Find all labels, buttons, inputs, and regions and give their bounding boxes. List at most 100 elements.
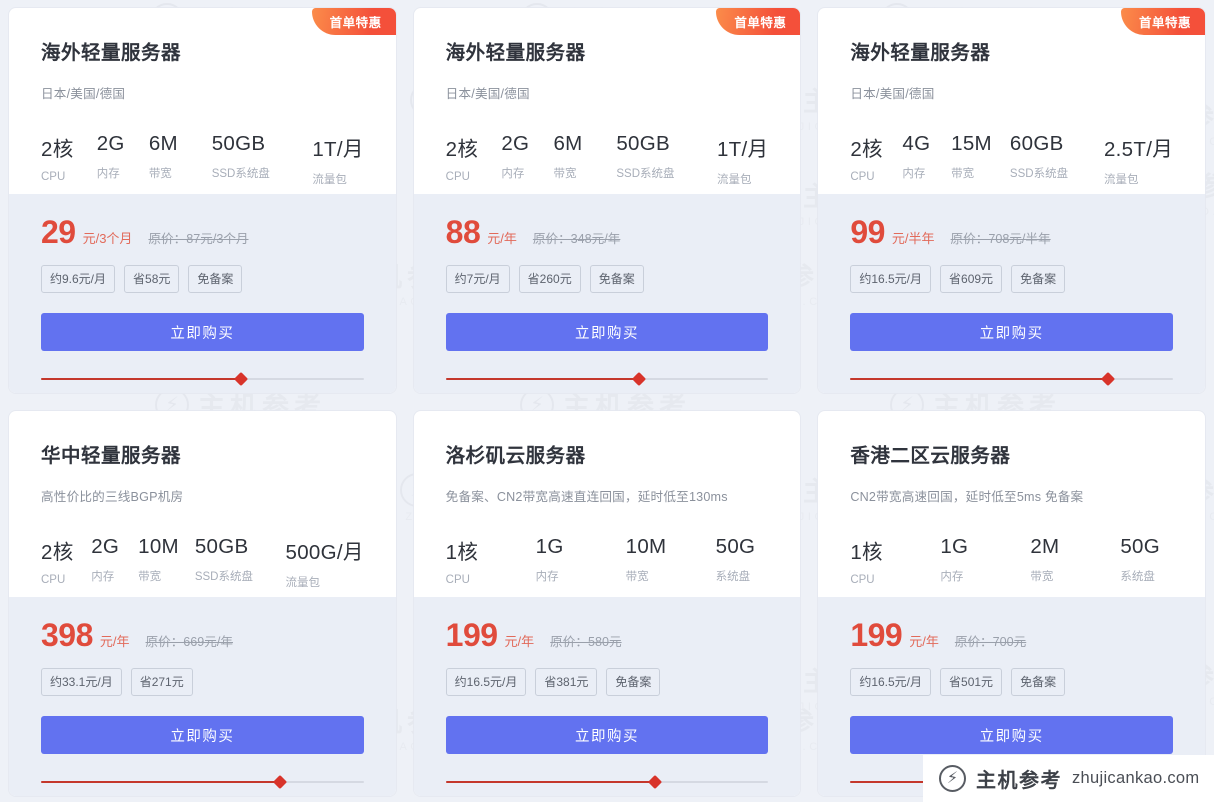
- pricing-card: 洛杉矶云服务器免备案、CN2带宽高速直连回国，延时低至130ms 1核 CPU 1G 内…: [413, 411, 801, 796]
- spec-label: 内存: [940, 571, 964, 583]
- tag-list: 约9.6元/月 省58元 免备案: [41, 265, 364, 293]
- spec-value: 2G: [96, 132, 125, 155]
- buy-now-button[interactable]: 立即购买: [41, 716, 364, 754]
- buy-now-button[interactable]: 立即购买: [41, 313, 364, 351]
- spec-label: 流量包: [312, 174, 347, 186]
- spec-item: 1T/月流量包: [312, 132, 363, 187]
- spec-item: 60GB SSD系统盘: [1010, 132, 1104, 187]
- pricing-card-grid: 首单特惠 海外轻量服务器 日本/美国/德国 2核 CPU 2G 内存 6M 带宽 50GB SSD系…: [0, 0, 1214, 802]
- spec-item: 2G 内存: [97, 132, 149, 187]
- price-tag: 省501元: [940, 668, 1003, 696]
- card-header: 香港二区云服务器 CN2带宽高速回国，延时低至5ms 免备案 1核 CPU 1G 内存 2M…: [818, 411, 1205, 597]
- tag-list: 约16.5元/月 省609元 免备案: [850, 265, 1173, 293]
- price-tag: 省609元: [940, 265, 1003, 293]
- progress-knob-icon: [648, 774, 663, 790]
- spec-list: 1核 CPU 1G 内存 10M 带宽 50G 系统盘: [446, 535, 769, 586]
- spec-label: 流量包: [285, 577, 321, 589]
- price-tag: 省58元: [124, 265, 180, 293]
- card-pricing-section: 29元/3个月原价：87元/3个月约9.6元/月省58元免备案立即购买已抢 62…: [9, 194, 396, 393]
- spec-item: 4G 内存: [902, 132, 951, 187]
- original-price: 原价：700元: [954, 635, 1027, 649]
- card-subtitle: 日本/美国/德国: [850, 87, 935, 101]
- spec-item: 50GB SSD系统盘: [195, 535, 286, 590]
- spec-item: 2M 带宽: [1030, 535, 1120, 586]
- spec-list: 2核 CPU 2G 内存 6M 带宽 50GB SSD系统盘 1T/月 流量包: [446, 132, 769, 187]
- price-row: 99 元/半年 原价：708元/半年: [850, 216, 1173, 248]
- original-price: 原价：87元/3个月: [148, 232, 249, 246]
- price-tag: 约9.6元/月: [41, 265, 116, 293]
- price-tag: 省260元: [518, 265, 581, 293]
- spec-item: 15M 带宽: [951, 132, 1010, 187]
- spec-list: 1核 CPU 1G 内存 2M 带宽 50G 系统盘: [850, 535, 1173, 586]
- progress-fill: [41, 781, 280, 783]
- spec-label: CPU: [41, 574, 66, 586]
- card-subtitle: 日本/美国/德国: [41, 87, 126, 101]
- spec-label: 带宽: [138, 571, 162, 583]
- buy-now-button[interactable]: 立即购买: [445, 313, 769, 351]
- spec-label: 系统盘: [1120, 571, 1155, 583]
- spec-item: 10M 带宽: [138, 535, 195, 590]
- spec-value: 1T/月: [312, 138, 364, 161]
- price-row: 88 元/年 原价：348元/年: [446, 216, 769, 248]
- spec-label: 带宽: [553, 168, 577, 180]
- spec-value: 50G: [1120, 535, 1160, 558]
- price-tag: 约7元/月: [445, 265, 510, 293]
- promo-badge: 首单特惠: [311, 8, 396, 35]
- progress-fill: [850, 378, 1109, 380]
- price-amount: 29: [41, 214, 76, 250]
- pricing-card: 华中轻量服务器 高性价比的三线BGP机房 2核 CPU 2G 内存 10M 带宽 50GB SSD…: [9, 411, 396, 796]
- pricing-card: 首单特惠 海外轻量服务器 日本/美国/德国 2核 CPU 2G 内存 6M 带宽 50GB SSD系…: [413, 8, 801, 393]
- spec-value: 2.5T/月: [1103, 138, 1173, 161]
- spec-label: SSD系统盘: [1009, 168, 1069, 180]
- lightning-circle-icon: ⚡: [939, 765, 966, 792]
- pricing-card: 首单特惠 海外轻量服务器 日本/美国/德国 2核 CPU 2G 内存 6M 带宽 50GB SSD系…: [9, 8, 396, 393]
- original-price: 原价：708元/半年: [950, 232, 1051, 246]
- spec-label: CPU: [850, 171, 875, 183]
- stock-progress-bar: [41, 774, 364, 790]
- promo-badge: 首单特惠: [716, 8, 801, 35]
- card-subtitle: CN2带宽高速回国，延时低至5ms 免备案: [850, 490, 1084, 504]
- spec-label: 内存: [501, 168, 525, 180]
- tag-list: 约33.1元/月 省271元: [41, 668, 364, 696]
- spec-value: 2G: [501, 132, 530, 155]
- spec-label: SSD系统盘: [211, 168, 270, 180]
- spec-item: 1G 内存: [940, 535, 1030, 586]
- spec-value: 60GB: [1009, 132, 1064, 155]
- price-unit: 元/年: [99, 634, 130, 649]
- progress-fill: [445, 378, 640, 380]
- card-title: 洛杉矶云服务器: [445, 445, 586, 467]
- spec-value: 50GB: [194, 535, 249, 558]
- spec-label: SSD系统盘: [194, 571, 253, 583]
- price-row: 398 元/年 原价：669元/年: [41, 619, 364, 651]
- card-title: 海外轻量服务器: [41, 42, 182, 64]
- brand-domain: zhujicankao.com: [1072, 769, 1200, 787]
- price-tag: 约16.5元/月: [850, 668, 932, 696]
- card-pricing-section: 398元/年原价：669元/年约33.1元/月省271元立即购买已抢 74%: [9, 597, 396, 796]
- price-amount: 88: [445, 214, 481, 250]
- tag-list: 约16.5元/月 省501元 免备案: [850, 668, 1173, 696]
- spec-item: 2G 内存: [91, 535, 138, 590]
- spec-list: 2核 CPU 2G 内存 10M 带宽 50GB SSD系统盘 500G/月 流量包: [41, 535, 364, 590]
- spec-item: 1T/月 流量包: [717, 132, 768, 187]
- spec-list: 2核 CPU 4G 内存 15M 带宽 60GB SSD系统盘 2.5T/月 流量包: [850, 132, 1173, 187]
- promo-badge: 首单特惠: [1120, 8, 1205, 35]
- spec-value: 15M: [951, 132, 992, 155]
- price-row: 29 元/3个月 原价：87元/3个月: [41, 216, 364, 248]
- spec-item: 2G 内存: [501, 132, 553, 187]
- buy-now-button[interactable]: 立即购买: [445, 716, 769, 754]
- card-title: 海外轻量服务器: [850, 42, 991, 64]
- card-header: 海外轻量服务器 日本/美国/德国 2核 CPU 2G 内存 6M 带宽 50GB SSD系统盘 1T…: [414, 8, 801, 194]
- original-price: 原价：669元/年: [145, 635, 233, 649]
- card-subtitle: 免备案、CN2带宽高速直连回国，延时低至130ms: [445, 490, 728, 504]
- spec-item: 50GB SSD系统盘: [616, 132, 717, 187]
- spec-value: 1核: [445, 541, 479, 564]
- card-header: 华中轻量服务器 高性价比的三线BGP机房 2核 CPU 2G 内存 10M 带宽 50GB SSD…: [9, 411, 396, 597]
- spec-value: 10M: [625, 535, 667, 558]
- buy-now-button[interactable]: 立即购买: [850, 716, 1173, 754]
- spec-item: 50GB SSD系统盘: [212, 132, 313, 187]
- spec-value: 4G: [902, 132, 931, 155]
- price-tag: 免备案: [188, 265, 243, 293]
- buy-now-button[interactable]: 立即购买: [850, 313, 1173, 351]
- spec-value: 1G: [535, 535, 564, 558]
- progress-knob-icon: [1101, 371, 1116, 387]
